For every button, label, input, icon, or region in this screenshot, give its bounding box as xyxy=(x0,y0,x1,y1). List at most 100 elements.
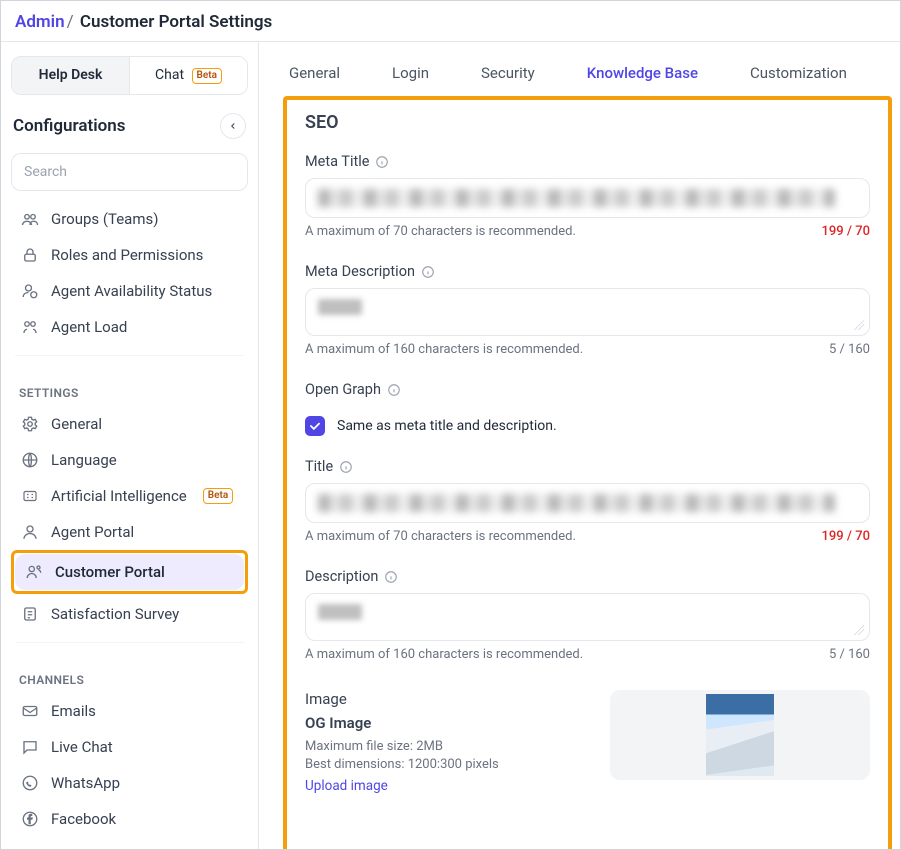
sidebar-item-agent-portal[interactable]: Agent Portal xyxy=(11,514,248,550)
sidebar-item-ai[interactable]: Artificial Intelligence Beta xyxy=(11,478,248,514)
info-icon[interactable] xyxy=(375,155,389,169)
sidebar-item-label: Customer Portal xyxy=(55,563,165,581)
info-icon[interactable] xyxy=(384,570,398,584)
facebook-icon xyxy=(21,810,39,828)
seo-section-title: SEO xyxy=(305,112,870,133)
settings-tabs: General Login Security Knowledge Base Cu… xyxy=(259,42,900,96)
og-description-field: Description A maximum of 160 characters … xyxy=(305,568,870,662)
og-image-preview[interactable] xyxy=(610,690,870,780)
open-graph-label: Open Graph xyxy=(305,381,381,398)
breadcrumb: Admin/ Customer Portal Settings xyxy=(1,1,900,42)
tab-security[interactable]: Security xyxy=(479,58,537,96)
sidebar-item-emails[interactable]: Emails xyxy=(11,693,248,729)
og-description-label: Description xyxy=(305,568,378,585)
sidebar: Help Desk Chat Beta Configurations Searc… xyxy=(1,42,259,849)
meta-title-label: Meta Title xyxy=(305,153,369,170)
search-input[interactable]: Search xyxy=(11,153,248,191)
og-title-field: Title A maximum of 70 characters is reco… xyxy=(305,458,870,544)
breadcrumb-admin[interactable]: Admin xyxy=(15,12,65,32)
sidebar-item-label: Satisfaction Survey xyxy=(51,605,179,623)
info-icon[interactable] xyxy=(421,265,435,279)
sidebar-item-label: Agent Portal xyxy=(51,523,134,541)
sidebar-item-agent-availability[interactable]: Agent Availability Status xyxy=(11,273,248,309)
collapse-sidebar-button[interactable] xyxy=(220,113,246,139)
customer-portal-highlight: Customer Portal xyxy=(11,550,248,594)
meta-description-label: Meta Description xyxy=(305,263,415,280)
sidebar-item-label: Live Chat xyxy=(51,738,113,756)
sidebar-item-satisfaction-survey[interactable]: Satisfaction Survey xyxy=(11,596,248,632)
redacted-content xyxy=(318,494,835,512)
survey-icon xyxy=(21,605,39,623)
sidebar-item-whatsapp[interactable]: WhatsApp xyxy=(11,765,248,801)
sidebar-item-label: Facebook xyxy=(51,810,116,828)
same-as-meta-checkbox[interactable] xyxy=(305,416,325,436)
sidebar-item-agent-load[interactable]: Agent Load xyxy=(11,309,248,345)
og-title-label: Title xyxy=(305,458,333,475)
meta-description-hint: A maximum of 160 characters is recommend… xyxy=(305,342,583,357)
meta-description-count: 5 / 160 xyxy=(829,342,870,357)
meta-description-field: Meta Description A maximum of 160 charac… xyxy=(305,263,870,357)
og-image-thumbnail xyxy=(706,694,774,776)
load-icon xyxy=(21,318,39,336)
redacted-content xyxy=(318,604,362,620)
meta-title-input[interactable] xyxy=(305,178,870,218)
sidebar-item-label: Groups (Teams) xyxy=(51,210,158,228)
og-image-heading: OG Image xyxy=(305,714,570,732)
sidebar-item-roles[interactable]: Roles and Permissions xyxy=(11,237,248,273)
sidebar-item-label: Artificial Intelligence xyxy=(51,487,187,505)
sidebar-item-customer-portal[interactable]: Customer Portal xyxy=(15,554,244,590)
sidebar-item-label: WhatsApp xyxy=(51,774,120,792)
email-icon xyxy=(21,702,39,720)
og-title-hint: A maximum of 70 characters is recommende… xyxy=(305,529,576,544)
meta-title-field: Meta Title A maximum of 70 characters is… xyxy=(305,153,870,239)
user-status-icon xyxy=(21,282,39,300)
gear-icon xyxy=(21,415,39,433)
group-icon xyxy=(21,210,39,228)
redacted-content xyxy=(318,299,362,315)
sidebar-item-language[interactable]: Language xyxy=(11,442,248,478)
search-placeholder: Search xyxy=(24,164,67,180)
customer-icon xyxy=(25,563,43,581)
sidebar-item-general[interactable]: General xyxy=(11,406,248,442)
tab-customization[interactable]: Customization xyxy=(748,58,849,96)
seg-chat[interactable]: Chat Beta xyxy=(129,57,247,94)
beta-badge: Beta xyxy=(203,488,233,504)
tab-general[interactable]: General xyxy=(287,58,342,96)
globe-icon xyxy=(21,451,39,469)
meta-title-hint: A maximum of 70 characters is recommende… xyxy=(305,224,576,239)
ai-icon xyxy=(21,487,39,505)
og-title-count: 199 / 70 xyxy=(822,529,870,544)
workspace-segmented-control: Help Desk Chat Beta xyxy=(11,56,248,95)
breadcrumb-separator: / xyxy=(65,12,76,32)
tab-knowledge-base[interactable]: Knowledge Base xyxy=(585,58,700,96)
seg-help-desk[interactable]: Help Desk xyxy=(12,57,129,94)
upload-image-link[interactable]: Upload image xyxy=(305,778,388,794)
same-as-meta-label: Same as meta title and description. xyxy=(337,418,557,434)
meta-title-count: 199 / 70 xyxy=(822,224,870,239)
sidebar-item-label: Emails xyxy=(51,702,96,720)
redacted-content xyxy=(318,189,835,207)
content-area: General Login Security Knowledge Base Cu… xyxy=(259,42,900,849)
og-title-input[interactable] xyxy=(305,483,870,523)
sidebar-item-live-chat[interactable]: Live Chat xyxy=(11,729,248,765)
info-icon[interactable] xyxy=(339,460,353,474)
sidebar-item-label: Agent Load xyxy=(51,318,127,336)
lock-icon xyxy=(21,246,39,264)
chat-icon xyxy=(21,738,39,756)
og-image-section: Image OG Image Maximum file size: 2MB Be… xyxy=(305,690,870,794)
image-size-hint: Maximum file size: 2MB xyxy=(305,738,570,756)
chevron-left-icon xyxy=(228,121,238,131)
sidebar-item-label: Roles and Permissions xyxy=(51,246,203,264)
tab-login[interactable]: Login xyxy=(390,58,431,96)
check-icon xyxy=(308,419,322,433)
meta-description-textarea[interactable] xyxy=(305,288,870,336)
info-icon[interactable] xyxy=(387,383,401,397)
image-heading: Image xyxy=(305,690,570,708)
sidebar-item-facebook[interactable]: Facebook xyxy=(11,801,248,837)
agent-icon xyxy=(21,523,39,541)
sidebar-item-groups[interactable]: Groups (Teams) xyxy=(11,201,248,237)
seo-section-highlight: SEO Meta Title A max xyxy=(283,96,892,849)
image-dimensions-hint: Best dimensions: 1200:300 pixels xyxy=(305,756,570,774)
settings-heading: SETTINGS xyxy=(11,366,248,406)
og-description-textarea[interactable] xyxy=(305,593,870,641)
